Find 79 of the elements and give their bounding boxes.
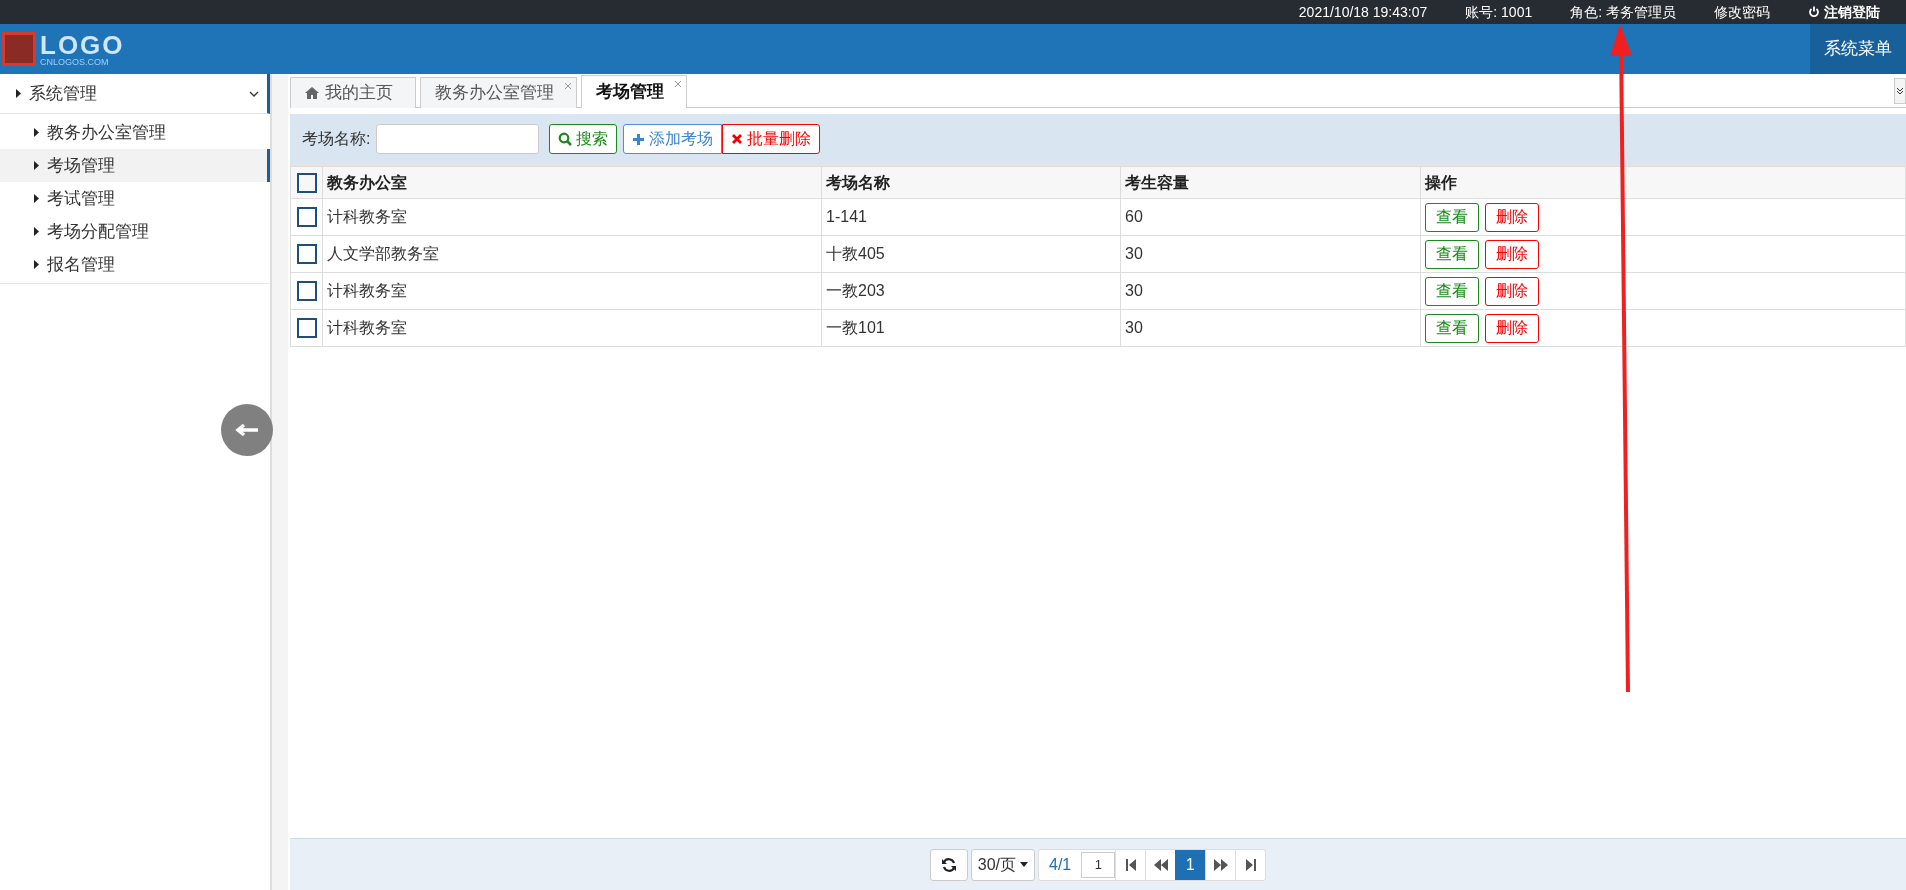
add-room-button[interactable]: 添加考场 xyxy=(623,124,723,154)
table-cell: 计科教务室 xyxy=(327,319,407,336)
page-info: 4/1 xyxy=(1048,854,1073,875)
caret-right-icon xyxy=(34,161,39,170)
sidebar-item[interactable]: 考试管理 xyxy=(0,182,270,215)
chevron-down-icon xyxy=(1896,87,1904,95)
close-icon[interactable] xyxy=(564,82,572,90)
arrow-left-icon xyxy=(234,423,260,437)
caret-right-icon xyxy=(34,227,39,236)
delete-button[interactable]: 删除 xyxy=(1485,276,1539,306)
caret-right-icon xyxy=(16,89,21,98)
change-password-link[interactable]: 修改密码 xyxy=(1714,1,1770,23)
column-header: 教务办公室 xyxy=(327,173,407,191)
sidebar-group[interactable]: 系统管理 xyxy=(0,74,270,114)
sidebar-item[interactable]: 报名管理 xyxy=(0,248,270,281)
plus-icon xyxy=(632,132,646,146)
table-cell: 30 xyxy=(1125,282,1143,299)
system-menu-button[interactable]: 系统菜单 xyxy=(1810,24,1906,74)
view-button[interactable]: 查看 xyxy=(1425,202,1479,232)
double-right-icon xyxy=(1212,857,1229,872)
view-button[interactable]: 查看 xyxy=(1425,313,1479,343)
last-page-icon xyxy=(1244,857,1257,872)
column-header: 考场名称 xyxy=(826,173,890,191)
sidebar-item[interactable]: 考场管理 xyxy=(0,149,270,182)
table-cell: 1-141 xyxy=(826,208,867,225)
role-text: 角色: 考务管理员 xyxy=(1570,2,1676,22)
collapse-button[interactable] xyxy=(221,404,273,456)
checkbox[interactable] xyxy=(296,281,317,301)
sidebar-item[interactable]: 教务办公室管理 xyxy=(0,116,270,149)
chevron-down-icon xyxy=(249,90,259,97)
close-icon xyxy=(731,133,744,145)
logo: LOGO CNLOGOS.COM xyxy=(0,31,125,67)
search-button[interactable]: 搜索 xyxy=(549,124,618,154)
column-header: 操作 xyxy=(1425,173,1457,191)
sidebar-item[interactable]: 考场分配管理 xyxy=(0,215,270,248)
delete-button[interactable]: 删除 xyxy=(1485,202,1539,232)
batch-delete-button[interactable]: 批量删除 xyxy=(722,124,821,154)
more-tabs-button[interactable] xyxy=(1894,78,1906,104)
tab[interactable]: 我的主页 xyxy=(290,77,416,108)
account-text: 账号: 1001 xyxy=(1465,2,1533,22)
caret-icon xyxy=(1020,862,1028,867)
checkbox[interactable] xyxy=(296,207,317,227)
table-cell: 计科教务室 xyxy=(327,208,407,225)
table-cell: 一教203 xyxy=(826,282,885,299)
table-cell: 30 xyxy=(1125,319,1143,336)
delete-button[interactable]: 删除 xyxy=(1485,239,1539,269)
table-cell: 计科教务室 xyxy=(327,282,407,299)
caret-right-icon xyxy=(34,128,39,137)
column-header: 考生容量 xyxy=(1125,173,1189,191)
page-input[interactable]: 1 xyxy=(1081,851,1116,878)
caret-right-icon xyxy=(34,260,39,269)
field-label: 考场名称: xyxy=(302,129,371,149)
tab[interactable]: 教务办公室管理 xyxy=(420,77,577,108)
page-size-dropdown[interactable]: 30/页 xyxy=(970,848,1035,881)
checkbox[interactable] xyxy=(296,318,317,338)
power-icon xyxy=(1808,6,1820,18)
close-icon[interactable] xyxy=(674,80,682,88)
refresh-button[interactable] xyxy=(929,848,968,881)
current-page-button[interactable]: 1 xyxy=(1175,849,1206,880)
first-page-icon xyxy=(1124,857,1137,872)
table-cell: 30 xyxy=(1125,245,1143,262)
refresh-icon xyxy=(940,856,957,873)
logout-link[interactable]: 注销登陆 xyxy=(1808,1,1880,23)
search-icon xyxy=(558,132,573,146)
table-cell: 60 xyxy=(1125,208,1143,225)
table-cell: 一教101 xyxy=(826,319,885,336)
table-cell: 十教405 xyxy=(826,245,885,262)
view-button[interactable]: 查看 xyxy=(1425,239,1479,269)
datetime-text: 2021/10/18 19:43:07 xyxy=(1298,2,1428,22)
room-name-input[interactable] xyxy=(376,124,540,154)
tab[interactable]: 考场管理 xyxy=(581,75,687,108)
home-icon xyxy=(305,87,319,99)
view-button[interactable]: 查看 xyxy=(1425,276,1479,306)
caret-right-icon xyxy=(34,194,39,203)
double-left-icon xyxy=(1152,857,1169,872)
checkbox[interactable] xyxy=(296,172,317,193)
checkbox[interactable] xyxy=(296,244,317,264)
delete-button[interactable]: 删除 xyxy=(1485,313,1539,343)
table-cell: 人文学部教务室 xyxy=(327,245,439,262)
